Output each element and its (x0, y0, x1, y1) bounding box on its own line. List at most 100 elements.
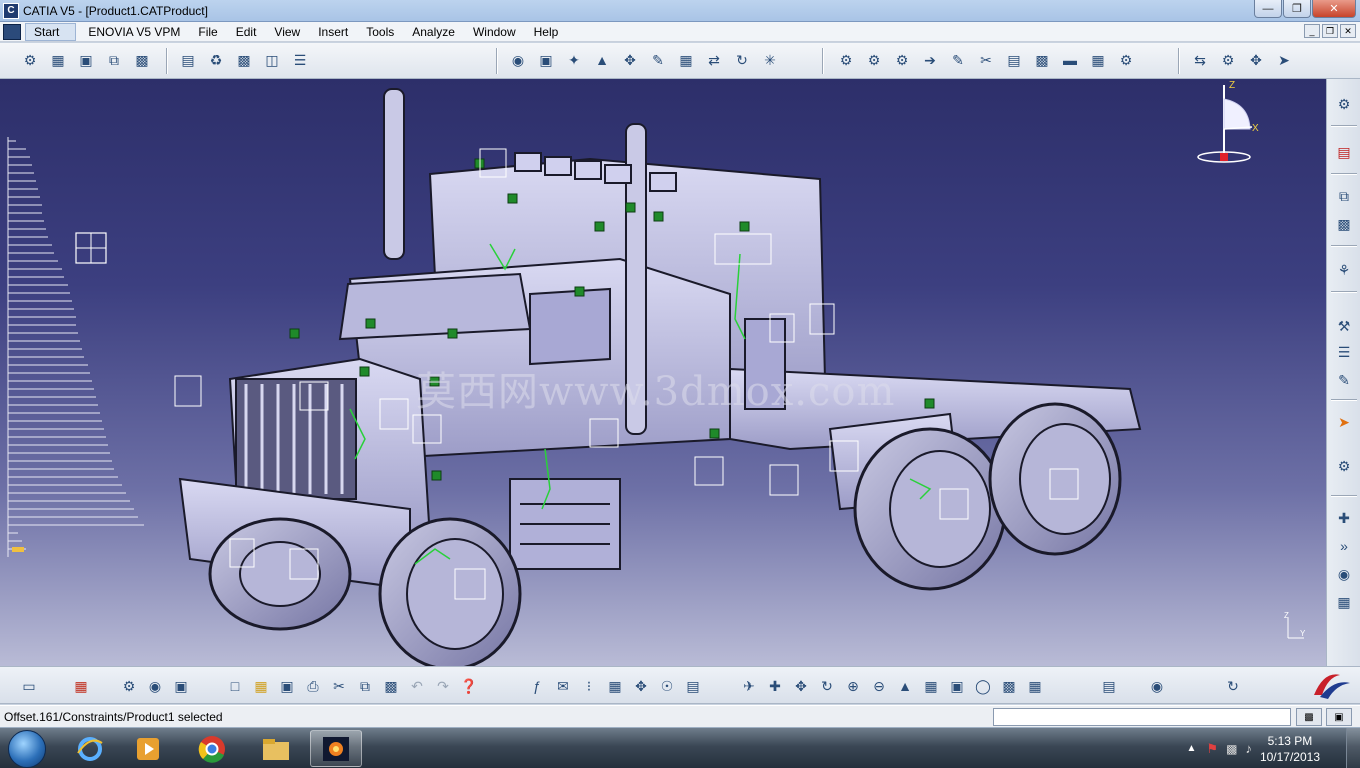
chrome-icon[interactable] (186, 730, 238, 767)
specification-tree[interactable] (4, 137, 154, 567)
view-icon[interactable]: ◉ (1333, 563, 1355, 585)
clash-icon[interactable]: ▦ (674, 49, 698, 71)
whats-this-icon[interactable]: ❓ (458, 675, 480, 697)
eraser-icon[interactable]: ▭ (18, 675, 40, 697)
cut-icon[interactable]: ✂ (328, 675, 350, 697)
menu-enovia[interactable]: ENOVIA V5 VPM (80, 25, 190, 39)
camera-icon[interactable]: ◉ (1146, 675, 1168, 697)
forward-icon[interactable]: » (1333, 535, 1355, 557)
new-product-icon[interactable]: ▦ (46, 49, 70, 71)
graph-tree-icon[interactable]: ▤ (176, 49, 200, 71)
comment-icon[interactable]: ✉ (552, 675, 574, 697)
save-icon[interactable]: ▣ (276, 675, 298, 697)
sphere-icon[interactable]: ◉ (506, 49, 530, 71)
pencil-icon[interactable]: ✎ (1333, 369, 1355, 391)
show-desktop-button[interactable] (1346, 728, 1360, 768)
flexible-icon[interactable]: ▤ (1002, 49, 1026, 71)
doc-minimize-button[interactable]: _ (1304, 24, 1320, 38)
refresh-icon[interactable]: ↻ (730, 49, 754, 71)
menu-help[interactable]: Help (526, 25, 569, 39)
status-button-1[interactable]: ▩ (1296, 708, 1322, 726)
copy-icon[interactable]: ⧉ (354, 675, 376, 697)
close-button[interactable]: ✕ (1312, 0, 1356, 18)
reuse-pattern-icon[interactable]: ▬ (1058, 49, 1082, 71)
copy-icon[interactable]: ⧉ (1333, 185, 1355, 207)
internet-explorer-icon[interactable] (64, 730, 116, 767)
fix-together-icon[interactable]: ✳ (758, 49, 782, 71)
tray-expand-icon[interactable]: ▲ (1187, 743, 1197, 754)
apply-material-icon[interactable]: ▦ (1024, 675, 1046, 697)
layer-icon[interactable]: ▦ (1333, 591, 1355, 613)
stop-manipulation-icon[interactable]: ✎ (646, 49, 670, 71)
sectioning-icon[interactable]: ⚙ (1114, 49, 1138, 71)
clock[interactable]: 5:13 PM 10/17/2013 (1260, 733, 1320, 765)
pdf-icon[interactable]: ▤ (1333, 141, 1355, 163)
document-icon[interactable] (3, 23, 21, 40)
formula-icon[interactable]: ƒ (526, 675, 548, 697)
color-icon[interactable]: ▣ (170, 675, 192, 697)
file-explorer-icon[interactable] (250, 730, 302, 767)
catia-task-button[interactable] (310, 730, 362, 767)
menu-view[interactable]: View (266, 25, 310, 39)
compass-small-icon[interactable]: ✥ (630, 675, 652, 697)
new-part-icon[interactable]: ▣ (74, 49, 98, 71)
table-icon[interactable]: ▦ (604, 675, 626, 697)
pan-icon[interactable]: ✥ (790, 675, 812, 697)
offset-icon[interactable]: ⚙ (890, 49, 914, 71)
manage-representations-icon[interactable]: ◫ (260, 49, 284, 71)
redo-icon[interactable]: ↷ (432, 675, 454, 697)
doc-restore-button[interactable]: ❐ (1322, 24, 1338, 38)
catia-app-icon[interactable]: C (3, 2, 19, 19)
catalog-icon[interactable]: ▤ (682, 675, 704, 697)
fit-all-icon[interactable]: ✚ (764, 675, 786, 697)
hide-show-icon[interactable]: ◯ (972, 675, 994, 697)
tools-icon[interactable]: ⚒ (1333, 315, 1355, 337)
catalog-browser-icon[interactable]: ▤ (1098, 675, 1120, 697)
cube-icon[interactable]: ▣ (534, 49, 558, 71)
annotation-icon[interactable]: ✚ (1333, 507, 1355, 529)
media-player-icon[interactable] (122, 730, 174, 767)
minimize-button[interactable]: — (1254, 0, 1282, 18)
lock-icon[interactable]: ☉ (656, 675, 678, 697)
catalog-icon[interactable]: ⚙ (1333, 455, 1355, 477)
menu-window[interactable]: Window (465, 25, 526, 39)
status-button-2[interactable]: ▣ (1326, 708, 1352, 726)
swap-visible-icon[interactable]: ▩ (998, 675, 1020, 697)
new-icon[interactable]: □ (224, 675, 246, 697)
menu-file[interactable]: File (190, 25, 227, 39)
quick-constraint-icon[interactable]: ✂ (974, 49, 998, 71)
snap-icon[interactable]: ▲ (590, 49, 614, 71)
command-input[interactable] (993, 708, 1291, 726)
rotate-icon[interactable]: ↻ (816, 675, 838, 697)
update-all-icon[interactable]: ↻ (1222, 675, 1244, 697)
fly-icon[interactable]: ✈ (738, 675, 760, 697)
selective-load-icon[interactable]: ▩ (232, 49, 256, 71)
scene-icon[interactable]: ⚘ (1333, 259, 1355, 281)
knowledge-icon[interactable]: ⁝ (578, 675, 600, 697)
pointer-icon[interactable]: ➤ (1333, 411, 1355, 433)
3d-viewport[interactable]: 莫西网www.3dmox.com Z X Z Y (0, 79, 1326, 666)
update-icon[interactable]: ▦ (1086, 49, 1110, 71)
change-constraint-icon[interactable]: ▩ (1030, 49, 1054, 71)
contact-icon[interactable]: ⚙ (862, 49, 886, 71)
undo-icon[interactable]: ↶ (406, 675, 428, 697)
zoom-in-icon[interactable]: ⊕ (842, 675, 864, 697)
distance-icon[interactable]: ⇆ (1188, 49, 1212, 71)
tree-icon[interactable]: ☰ (1333, 341, 1355, 363)
paste-icon[interactable]: ▩ (1333, 213, 1355, 235)
menu-start[interactable]: Start (25, 22, 77, 41)
new-component-icon[interactable]: ⚙ (18, 49, 42, 71)
network-icon[interactable]: ▩ (1226, 742, 1237, 756)
print-icon[interactable]: ⎙ (302, 675, 324, 697)
manipulation-icon[interactable]: ✥ (618, 49, 642, 71)
menu-insert[interactable]: Insert (310, 25, 358, 39)
maximize-button[interactable]: ❐ (1283, 0, 1311, 18)
generate-numbering-icon[interactable]: ♻ (204, 49, 228, 71)
explode-view-icon[interactable]: ◉ (144, 675, 166, 697)
volume-icon[interactable]: ♪ (1245, 741, 1252, 756)
menu-tools[interactable]: Tools (358, 25, 404, 39)
render-style-icon[interactable]: ▣ (946, 675, 968, 697)
doc-close-button[interactable]: ✕ (1340, 24, 1356, 38)
start-orb-button[interactable] (8, 730, 46, 768)
paste-icon[interactable]: ▩ (380, 675, 402, 697)
